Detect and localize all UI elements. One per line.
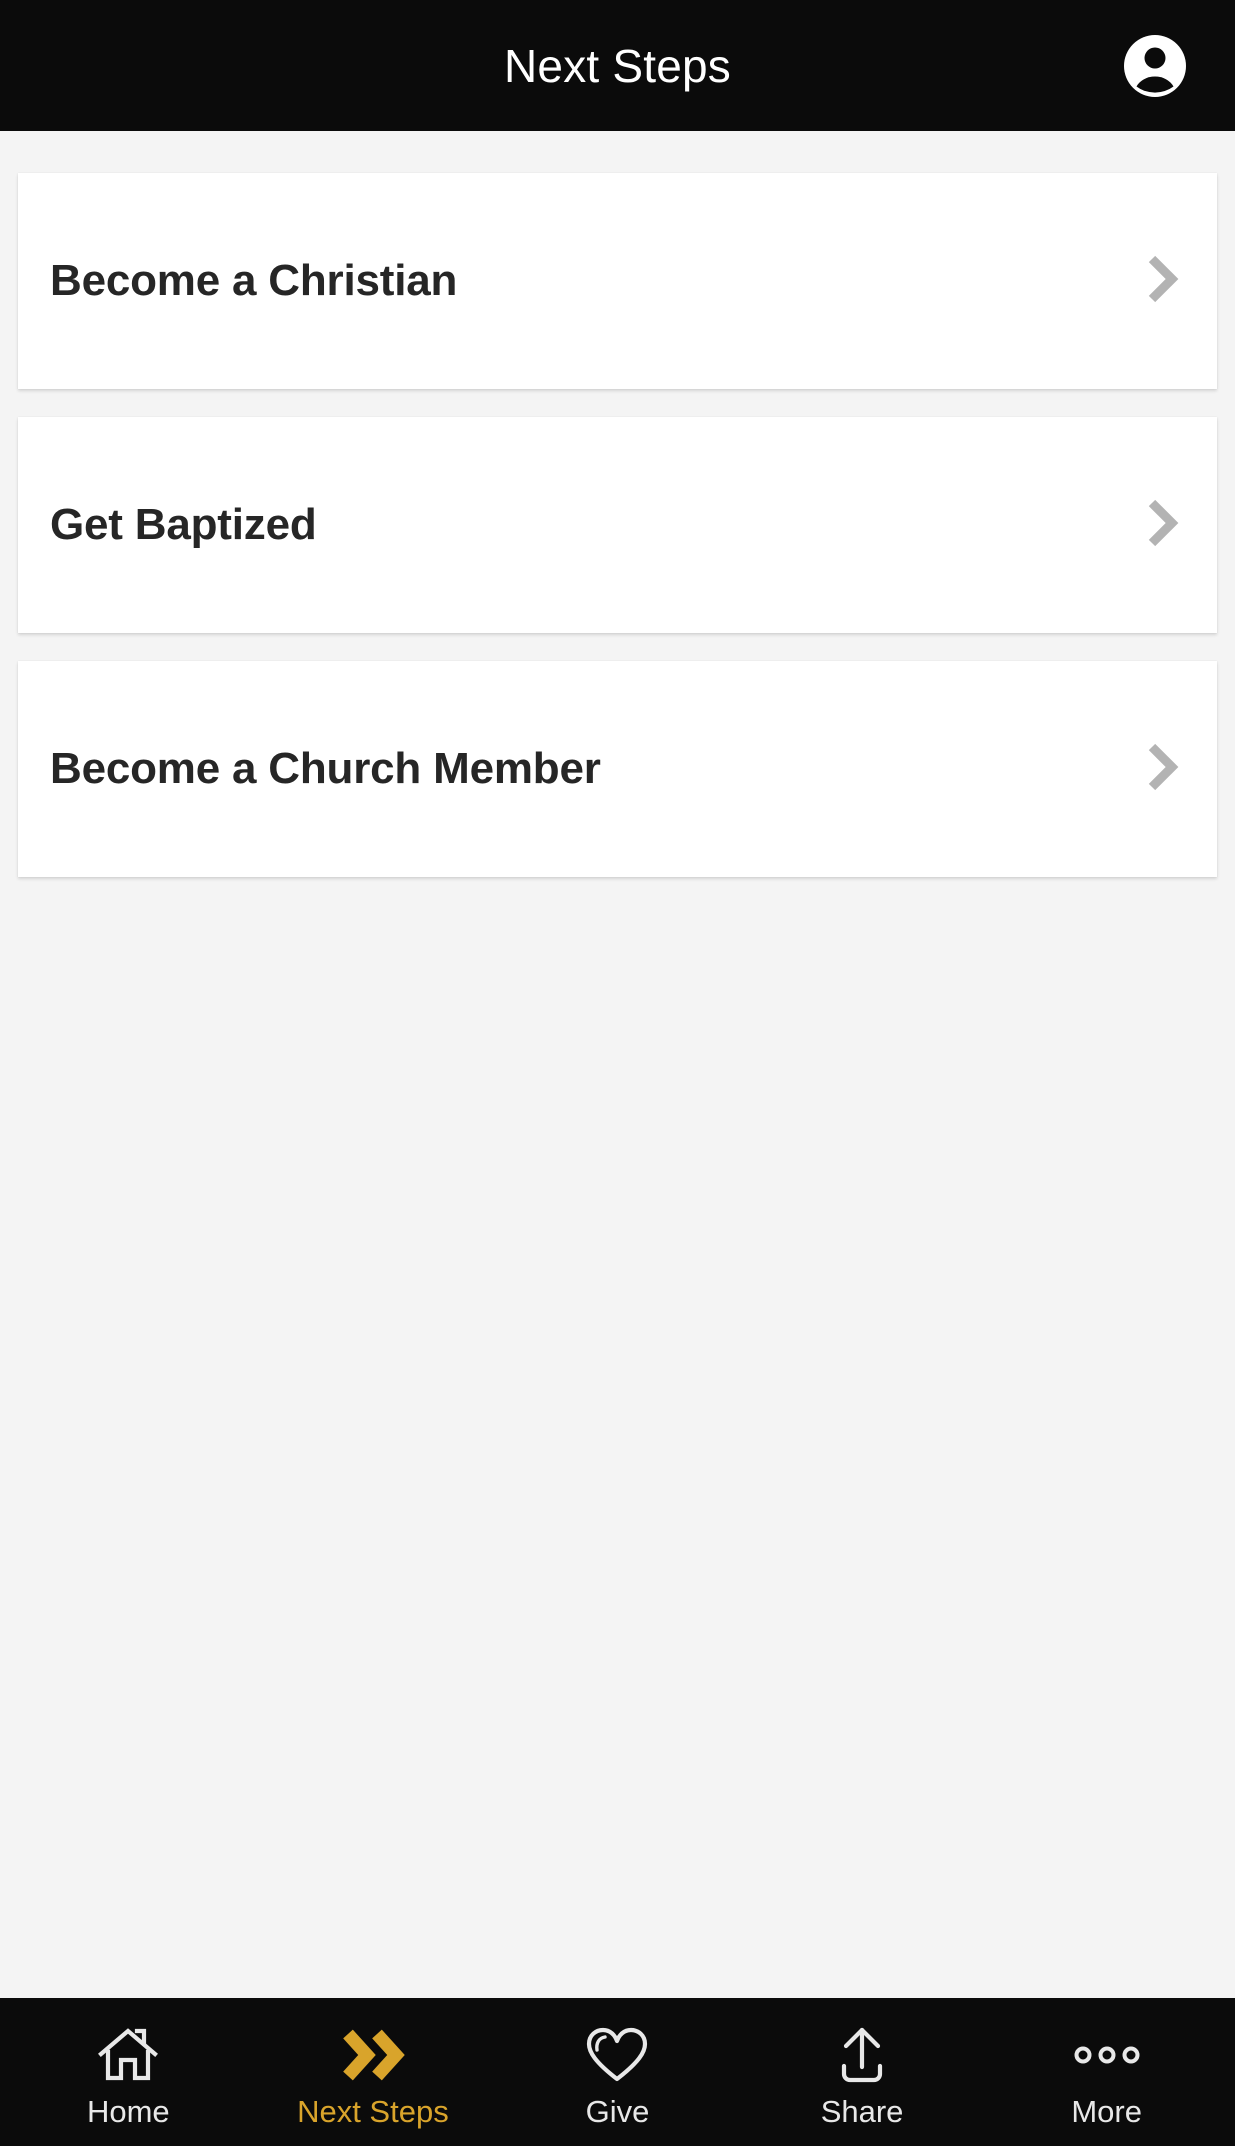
step-label: Become a Christian [50,255,458,305]
heart-icon [585,2024,649,2086]
nav-item-home[interactable]: Home [6,1998,251,2146]
next-steps-list: Become a Christian Get Baptized Become a… [0,131,1235,1998]
nav-label: More [1071,2093,1142,2129]
step-label: Become a Church Member [50,743,601,793]
nav-label: Share [820,2093,904,2129]
chevron-right-icon [1145,739,1179,800]
bottom-navigation-bar: Home Next Steps Give Share More [0,1998,1235,2146]
double-chevron-icon [339,2024,407,2086]
nav-item-give[interactable]: Give [495,1998,740,2146]
home-icon [97,2024,159,2086]
nav-item-more[interactable]: More [984,1998,1229,2146]
account-circle-icon[interactable] [1122,33,1188,99]
nav-label: Next Steps [297,2093,449,2129]
step-label: Get Baptized [50,499,317,549]
list-item[interactable]: Become a Christian [18,173,1217,389]
nav-item-share[interactable]: Share [740,1998,985,2146]
nav-item-next-steps[interactable]: Next Steps [251,1998,496,2146]
list-item[interactable]: Become a Church Member [18,661,1217,877]
page-title: Next Steps [504,39,731,92]
chevron-right-icon [1145,495,1179,556]
nav-label: Give [585,2093,650,2129]
list-item[interactable]: Get Baptized [18,417,1217,633]
nav-label: Home [86,2093,170,2129]
app-root: Next Steps Become a Christian Get Baptiz… [0,0,1235,2146]
app-header: Next Steps [0,0,1235,131]
more-dots-icon [1072,2024,1142,2086]
chevron-right-icon [1145,251,1179,312]
share-upload-icon [831,2024,893,2086]
